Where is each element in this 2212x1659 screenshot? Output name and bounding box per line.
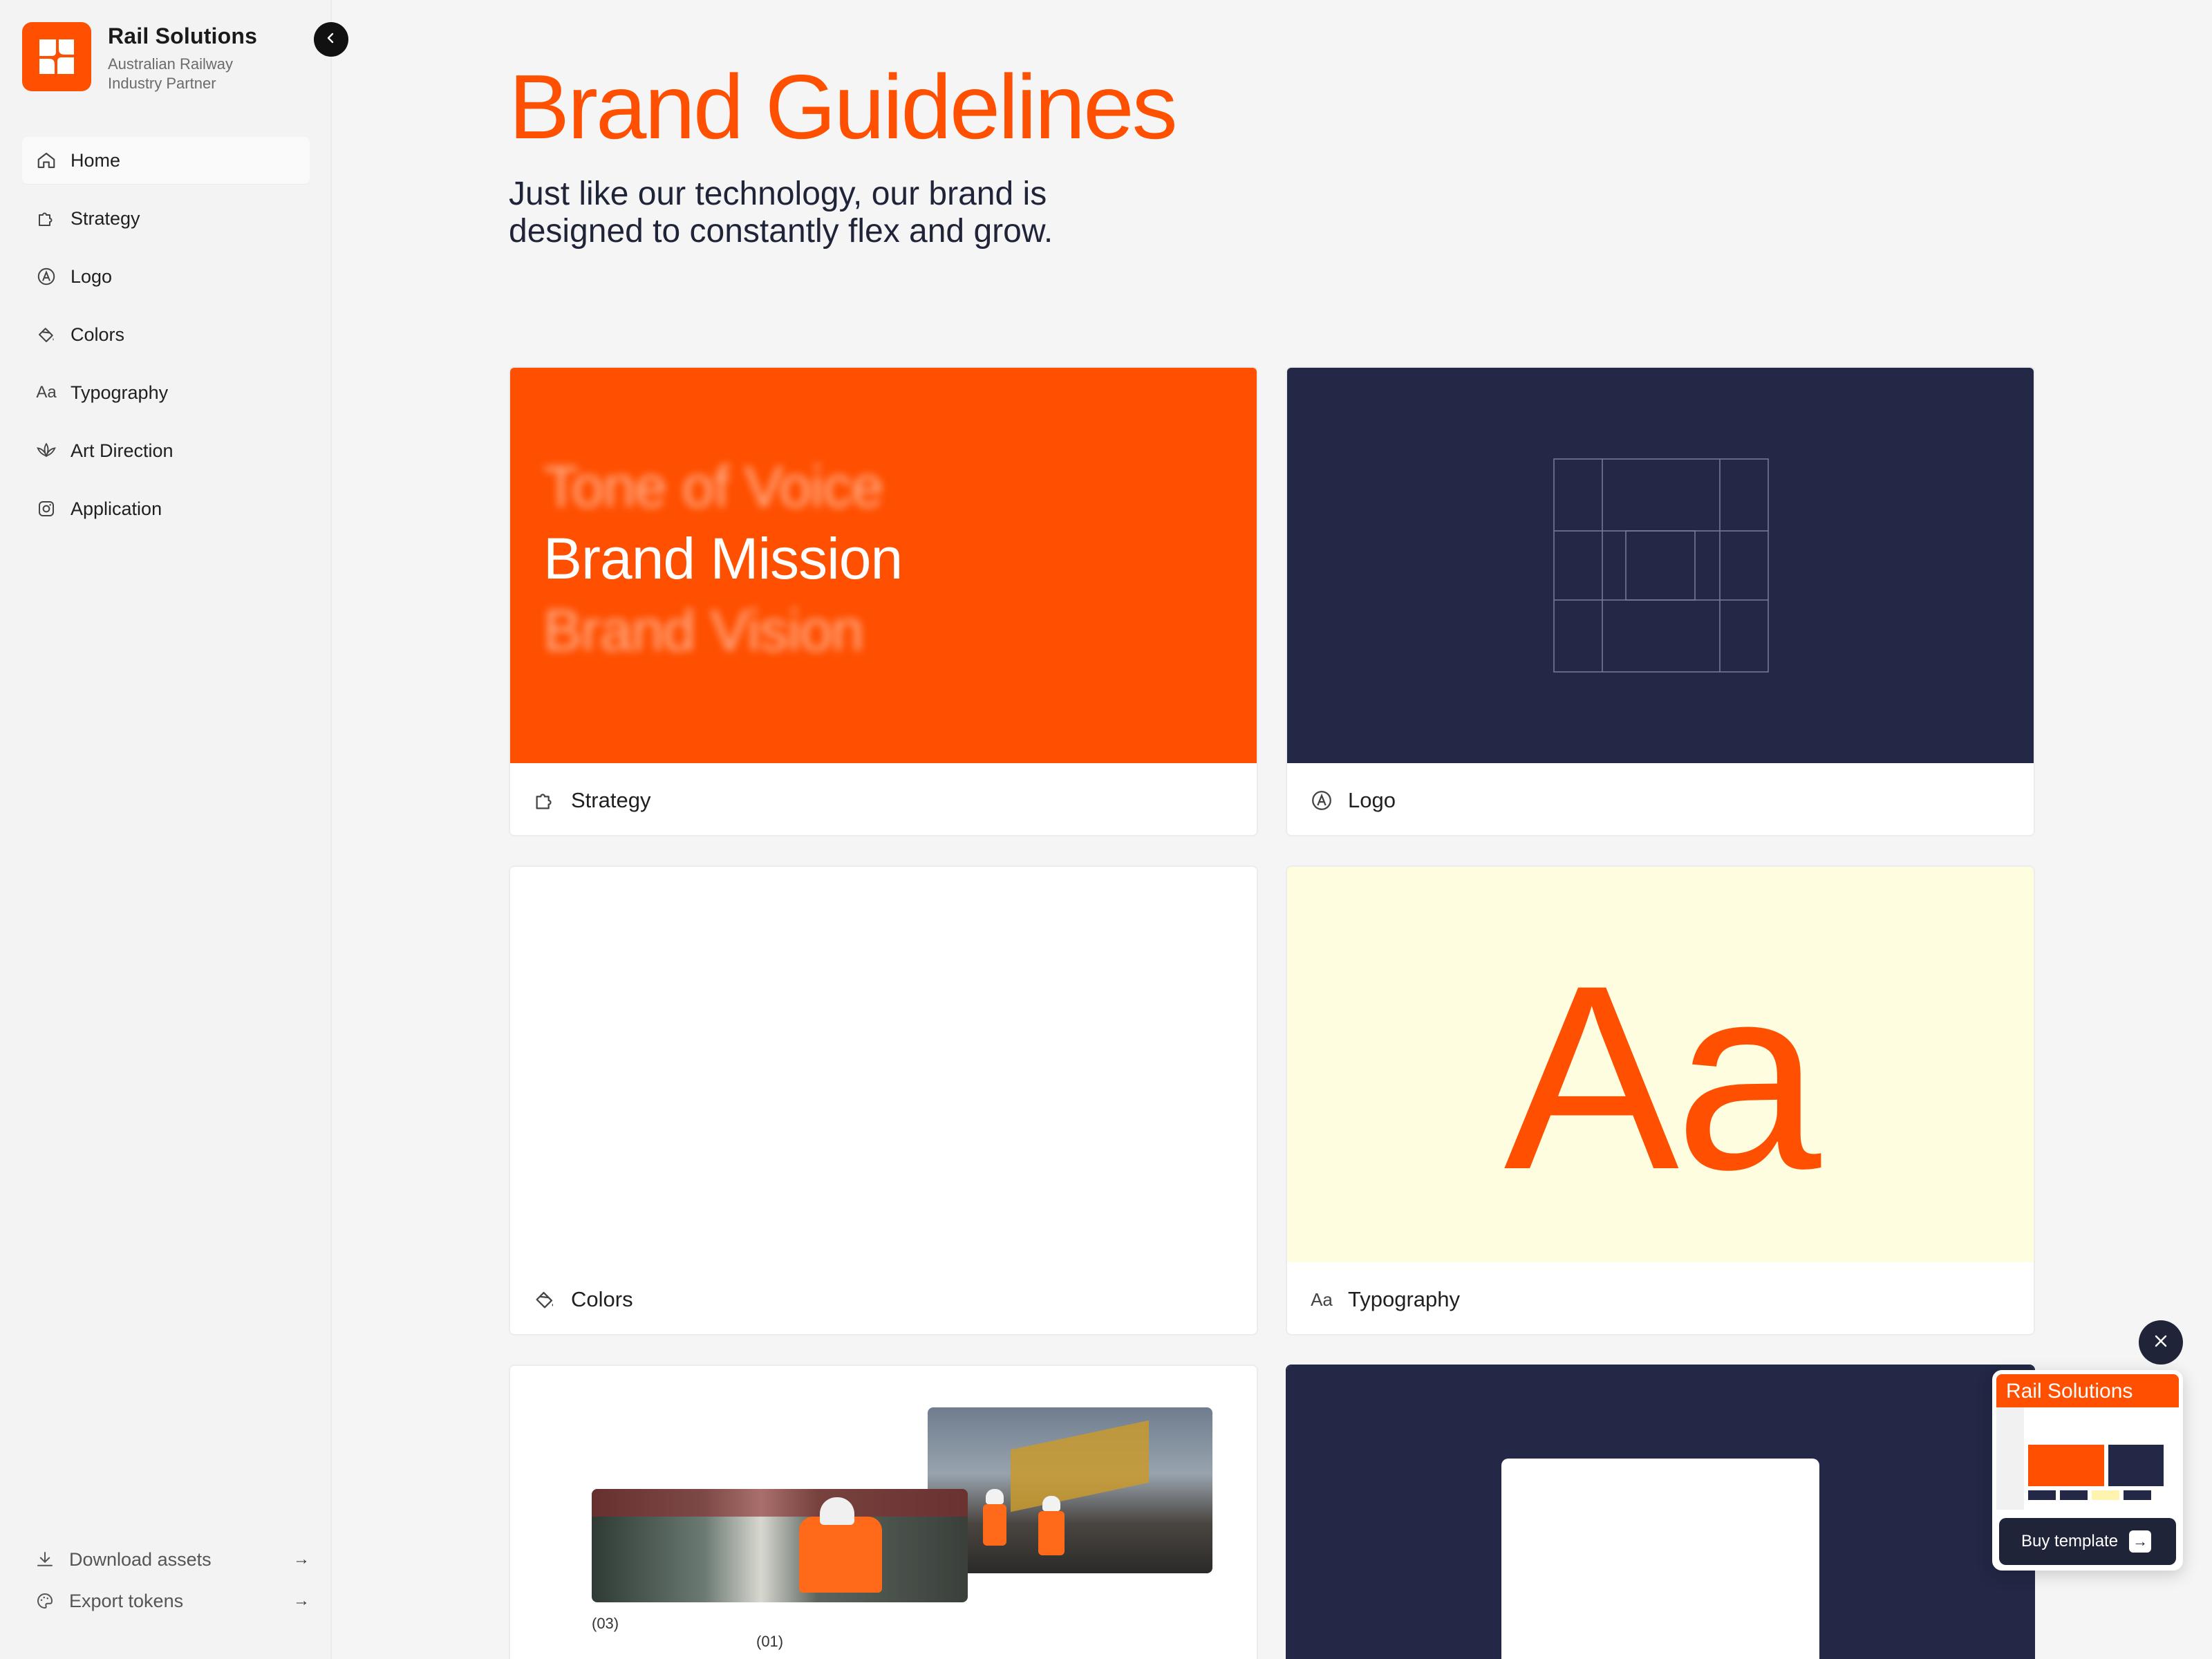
logo-preview <box>1287 368 2034 763</box>
card-colors-label: Colors <box>571 1287 633 1311</box>
sidebar-item-label: Strategy <box>71 207 140 229</box>
card-typography-label: Typography <box>1348 1287 1460 1311</box>
card-application[interactable] <box>1286 1365 2035 1659</box>
chevron-left-icon <box>324 31 338 48</box>
photo-rail-worker <box>592 1489 968 1602</box>
sidebar-bottom-links: Download assets → Export tokens → <box>33 1539 310 1622</box>
brand[interactable]: Rail Solutions Australian Railway Indust… <box>22 22 267 93</box>
brand-name: Rail Solutions <box>108 24 258 48</box>
sidebar-item-label: Home <box>71 149 121 171</box>
logo-grid-icon <box>1553 458 1769 673</box>
card-label: Strategy <box>531 780 650 821</box>
sidebar-item-label: Colors <box>71 324 125 345</box>
close-icon <box>2153 1333 2168 1352</box>
download-assets-link[interactable]: Download assets → <box>33 1539 310 1580</box>
arrow-right-icon: → <box>293 1591 310 1610</box>
sidebar-item-typography[interactable]: Aa Typography <box>22 369 310 416</box>
card-label: Aa Typography <box>1308 1279 1460 1320</box>
export-tokens-link[interactable]: Export tokens → <box>33 1580 310 1622</box>
sidebar-item-home[interactable]: Home <box>22 137 310 184</box>
page-subtitle: Just like our technology, our brand is d… <box>509 176 1053 250</box>
art-direction-preview: (03) (01) <box>510 1366 1257 1659</box>
sidebar-item-application[interactable]: Application <box>22 485 310 532</box>
card-strategy[interactable]: Tone of Voice Brand Mission Brand Vision… <box>509 366 1258 836</box>
sidebar-item-label: Art Direction <box>71 440 174 461</box>
card-logo-label: Logo <box>1348 788 1396 812</box>
application-mockup-panel <box>1501 1459 1819 1659</box>
photo-caption: (01) <box>756 1633 784 1650</box>
promo-widget: Rail Solutions Buy template → <box>1992 1370 2183 1571</box>
typography-preview: Aa <box>1287 867 2034 1262</box>
buy-template-button[interactable]: Buy template → <box>1999 1518 2176 1565</box>
photo-caption: (03) <box>592 1615 619 1632</box>
sidebar-item-label: Logo <box>71 265 113 287</box>
download-assets-label: Download assets <box>69 1548 212 1570</box>
download-icon <box>33 1549 57 1570</box>
sidebar: Rail Solutions Australian Railway Indust… <box>0 0 348 1659</box>
card-typography[interactable]: Aa Aa Typography <box>1286 865 2035 1335</box>
sidebar-nav: Home Strategy Logo Colors Aa Typography <box>22 137 310 543</box>
strategy-line-vision: Brand Vision <box>543 598 864 663</box>
paint-bucket-icon <box>531 1288 559 1311</box>
sidebar-item-art-direction[interactable]: Art Direction <box>22 427 310 474</box>
home-icon <box>35 149 58 172</box>
card-label: Logo <box>1308 780 1396 821</box>
typography-sample: Aa <box>1503 930 1821 1224</box>
puzzle-icon <box>35 207 58 230</box>
promo-thumbnail[interactable]: Rail Solutions <box>1996 1374 2179 1510</box>
application-preview <box>1287 1366 2034 1659</box>
lotus-icon <box>35 439 58 462</box>
photo-mining-workers <box>928 1407 1212 1573</box>
strategy-preview: Tone of Voice Brand Mission Brand Vision <box>510 368 1257 763</box>
palette-icon <box>33 1591 57 1611</box>
card-strategy-label: Strategy <box>571 788 651 812</box>
paint-bucket-icon <box>35 323 58 346</box>
arrow-right-icon: → <box>2129 1530 2152 1553</box>
collapse-sidebar-button[interactable] <box>314 22 348 57</box>
instagram-icon <box>35 497 58 521</box>
sidebar-item-label: Typography <box>71 382 169 403</box>
strategy-line-tone: Tone of Voice <box>543 454 883 519</box>
card-art-direction[interactable]: (03) (01) <box>509 1365 1258 1659</box>
promo-thumb-title: Rail Solutions <box>1996 1374 2179 1407</box>
typography-icon: Aa <box>1311 1288 1333 1310</box>
export-tokens-label: Export tokens <box>69 1590 184 1611</box>
brand-subtitle: Australian Railway Industry Partner <box>108 55 233 92</box>
colors-preview <box>510 867 1257 1262</box>
strategy-line-mission: Brand Mission <box>543 526 903 591</box>
logo-a-icon <box>1308 789 1335 812</box>
card-label: Colors <box>531 1279 633 1320</box>
promo-thumb-preview <box>1996 1407 2179 1510</box>
card-logo[interactable]: Logo <box>1286 366 2035 836</box>
sidebar-item-logo[interactable]: Logo <box>22 253 310 300</box>
card-colors[interactable]: Colors <box>509 865 1258 1335</box>
logo-a-icon <box>35 265 58 288</box>
puzzle-icon <box>531 789 559 812</box>
sidebar-item-colors[interactable]: Colors <box>22 311 310 358</box>
brand-logo-icon <box>22 22 91 91</box>
buy-template-label: Buy template <box>2021 1532 2119 1550</box>
arrow-right-icon: → <box>293 1550 310 1568</box>
typography-icon: Aa <box>36 383 57 402</box>
close-promo-button[interactable] <box>2139 1320 2183 1365</box>
sidebar-item-label: Application <box>71 498 162 519</box>
sidebar-item-strategy[interactable]: Strategy <box>22 195 310 242</box>
page-title: Brand Guidelines <box>509 56 1178 158</box>
